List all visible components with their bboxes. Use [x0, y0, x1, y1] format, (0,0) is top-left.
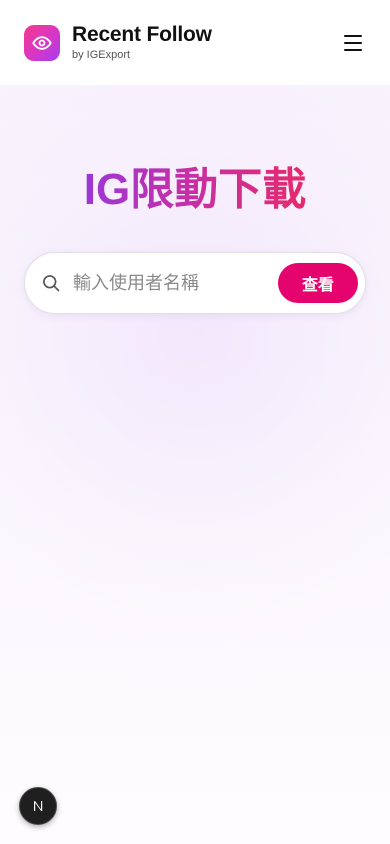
menu-line [344, 34, 362, 37]
app-header: Recent Follow by IGExport [0, 0, 390, 85]
menu-line [344, 41, 362, 44]
eye-icon[interactable] [24, 24, 60, 61]
menu-line [344, 48, 362, 51]
brand[interactable]: Recent Follow by IGExport [72, 23, 212, 62]
hamburger-menu-icon[interactable] [344, 32, 366, 54]
view-button[interactable]: 查看 [278, 263, 358, 303]
username-input[interactable] [73, 272, 278, 294]
nextjs-n-glyph [34, 801, 43, 811]
brand-title: Recent Follow [72, 23, 212, 46]
hero-title: IG限動下載 [0, 160, 390, 220]
nextjs-logo-icon[interactable] [19, 787, 57, 825]
hero-title-text: IG限動下載 [83, 165, 307, 214]
brand-subtitle: by IGExport [72, 49, 131, 61]
search-icon [41, 273, 61, 293]
search-bar: 查看 [24, 252, 366, 314]
